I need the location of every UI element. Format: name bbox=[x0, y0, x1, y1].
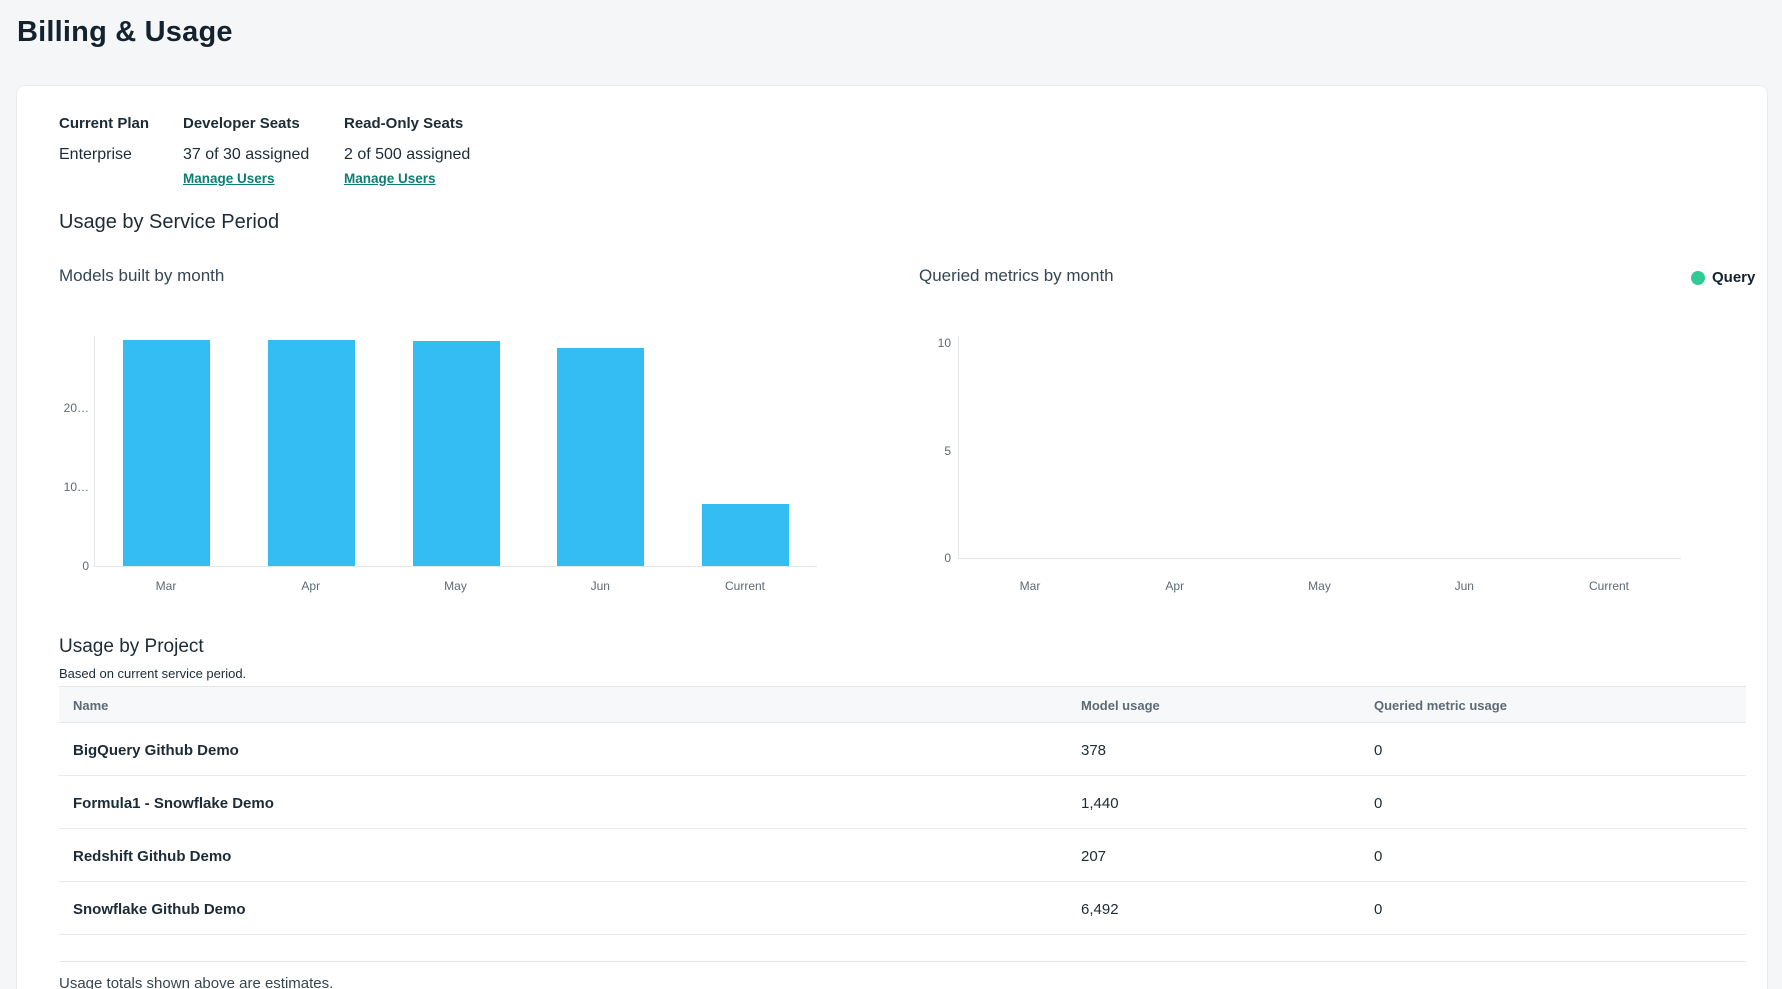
x-axis-tick-label: Apr bbox=[266, 578, 356, 594]
x-axis-tick-label: Mar bbox=[121, 578, 211, 594]
y-axis-line bbox=[958, 336, 959, 558]
header-name: Name bbox=[73, 698, 108, 713]
queried-usage-value: 0 bbox=[1374, 848, 1382, 865]
x-axis-tick-label: Jun bbox=[1419, 578, 1509, 594]
query-legend-dot-icon bbox=[1691, 271, 1705, 285]
chart-bar bbox=[268, 340, 355, 566]
table-row: Snowflake Github Demo 6,492 0 bbox=[59, 882, 1746, 935]
current-plan-block: Current Plan Enterprise bbox=[59, 115, 149, 164]
y-axis-tick-label: 10… bbox=[29, 479, 89, 495]
project-name: Snowflake Github Demo bbox=[73, 901, 246, 918]
query-legend-item[interactable]: Query bbox=[1691, 269, 1755, 286]
models-chart-title: Models built by month bbox=[59, 266, 224, 286]
queried-usage-value: 0 bbox=[1374, 742, 1382, 759]
y-axis-tick-label: 0 bbox=[29, 558, 89, 574]
readonly-seats-value: 2 of 500 assigned bbox=[344, 146, 470, 164]
readonly-seats-block: Read-Only Seats 2 of 500 assigned Manage… bbox=[344, 115, 470, 188]
x-axis-tick-label: Current bbox=[1564, 578, 1654, 594]
queried-usage-value: 0 bbox=[1374, 901, 1382, 918]
y-axis-line bbox=[94, 336, 95, 566]
table-bottom-divider bbox=[60, 961, 1746, 962]
page-title: Billing & Usage bbox=[17, 16, 233, 49]
developer-seats-label: Developer Seats bbox=[183, 115, 309, 132]
developer-manage-users-link[interactable]: Manage Users bbox=[183, 171, 275, 186]
table-row: Redshift Github Demo 207 0 bbox=[59, 829, 1746, 882]
readonly-manage-users-link[interactable]: Manage Users bbox=[344, 171, 436, 186]
current-plan-value: Enterprise bbox=[59, 146, 149, 164]
x-axis-line bbox=[94, 566, 817, 567]
queried-usage-value: 0 bbox=[1374, 795, 1382, 812]
chart-bar bbox=[557, 348, 644, 566]
model-usage-value: 207 bbox=[1081, 848, 1106, 865]
usage-by-service-period-heading: Usage by Service Period bbox=[59, 211, 279, 234]
query-legend-label: Query bbox=[1712, 269, 1755, 286]
x-axis-tick-label: Jun bbox=[555, 578, 645, 594]
usage-estimates-footnote: Usage totals shown above are estimates. bbox=[59, 975, 333, 989]
project-name: BigQuery Github Demo bbox=[73, 742, 239, 759]
developer-seats-value: 37 of 30 assigned bbox=[183, 146, 309, 164]
usage-by-project-heading: Usage by Project bbox=[59, 636, 204, 658]
y-axis-tick-label: 20… bbox=[29, 400, 89, 416]
header-model-usage: Model usage bbox=[1081, 698, 1160, 713]
usage-by-project-subtitle: Based on current service period. bbox=[59, 666, 246, 681]
x-axis-tick-label: May bbox=[411, 578, 501, 594]
readonly-seats-label: Read-Only Seats bbox=[344, 115, 470, 132]
model-usage-value: 378 bbox=[1081, 742, 1106, 759]
header-queried-metric-usage: Queried metric usage bbox=[1374, 698, 1507, 713]
queried-chart-title: Queried metrics by month bbox=[919, 266, 1114, 286]
usage-by-project-table: Name Model usage Queried metric usage Bi… bbox=[59, 686, 1746, 935]
y-axis-tick-label: 5 bbox=[891, 443, 951, 459]
chart-bar bbox=[702, 504, 789, 566]
table-header-row: Name Model usage Queried metric usage bbox=[59, 686, 1746, 723]
chart-bar bbox=[413, 341, 500, 566]
chart-bar bbox=[123, 340, 210, 566]
model-usage-value: 6,492 bbox=[1081, 901, 1119, 918]
x-axis-line bbox=[958, 558, 1681, 559]
x-axis-tick-label: Current bbox=[700, 578, 790, 594]
developer-seats-block: Developer Seats 37 of 30 assigned Manage… bbox=[183, 115, 309, 188]
billing-card: Current Plan Enterprise Developer Seats … bbox=[16, 85, 1768, 989]
model-usage-value: 1,440 bbox=[1081, 795, 1119, 812]
current-plan-label: Current Plan bbox=[59, 115, 149, 132]
project-name: Formula1 - Snowflake Demo bbox=[73, 795, 274, 812]
x-axis-tick-label: Apr bbox=[1130, 578, 1220, 594]
y-axis-tick-label: 0 bbox=[891, 550, 951, 566]
y-axis-tick-label: 10 bbox=[891, 335, 951, 351]
table-row: BigQuery Github Demo 378 0 bbox=[59, 723, 1746, 776]
x-axis-tick-label: Mar bbox=[985, 578, 1075, 594]
x-axis-tick-label: May bbox=[1275, 578, 1365, 594]
table-row: Formula1 - Snowflake Demo 1,440 0 bbox=[59, 776, 1746, 829]
project-name: Redshift Github Demo bbox=[73, 848, 231, 865]
